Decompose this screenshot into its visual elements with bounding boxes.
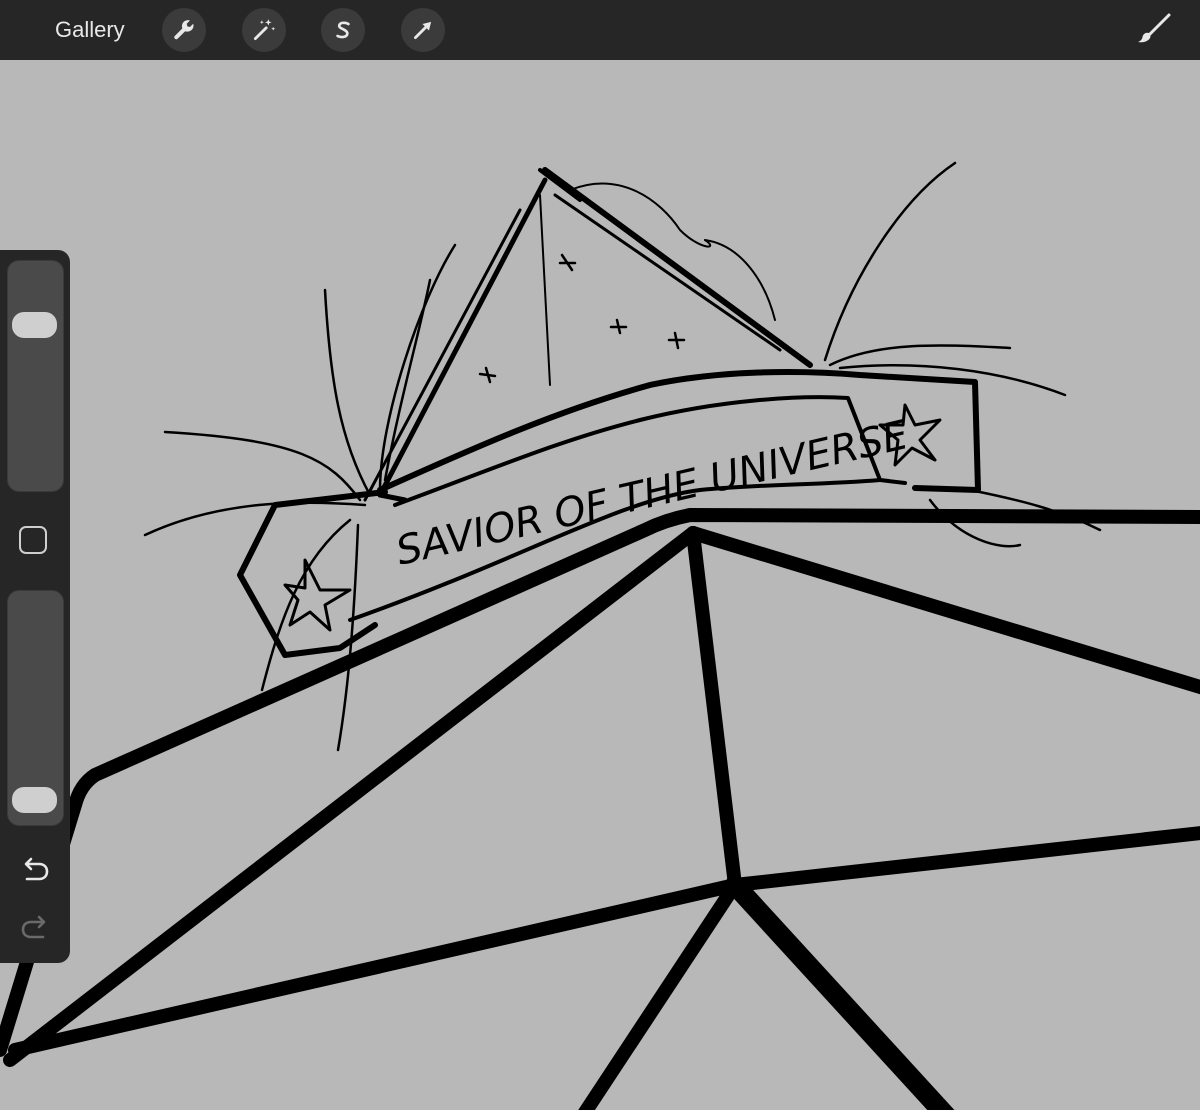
undo-icon[interactable] <box>18 853 52 887</box>
drawing-canvas[interactable]: SAVIOR OF THE UNIVERSE <box>0 60 1200 1110</box>
opacity-slider[interactable] <box>7 590 64 826</box>
brush-icon[interactable] <box>1136 12 1172 48</box>
sketch-strands <box>143 161 1102 752</box>
gallery-button[interactable]: Gallery <box>55 17 125 43</box>
brush-size-slider[interactable] <box>7 260 64 492</box>
top-toolbar: Gallery <box>0 0 1200 60</box>
sketch-sparkles <box>478 253 686 384</box>
square-icon[interactable] <box>19 526 47 554</box>
arrow-cursor-icon <box>414 21 432 39</box>
magic-wand-icon <box>253 19 276 41</box>
banner-text: SAVIOR OF THE UNIVERSE <box>392 412 913 575</box>
wrench-icon <box>174 20 194 40</box>
selection-button[interactable] <box>321 8 365 52</box>
selection-s-icon <box>336 21 350 39</box>
opacity-handle[interactable] <box>12 787 57 813</box>
actions-button[interactable] <box>162 8 206 52</box>
adjustments-button[interactable] <box>242 8 286 52</box>
geometric-outline <box>0 508 1200 1110</box>
redo-icon[interactable] <box>18 911 52 945</box>
brush-size-handle[interactable] <box>12 312 57 339</box>
transform-button[interactable] <box>401 8 445 52</box>
left-sidebar <box>0 250 70 963</box>
